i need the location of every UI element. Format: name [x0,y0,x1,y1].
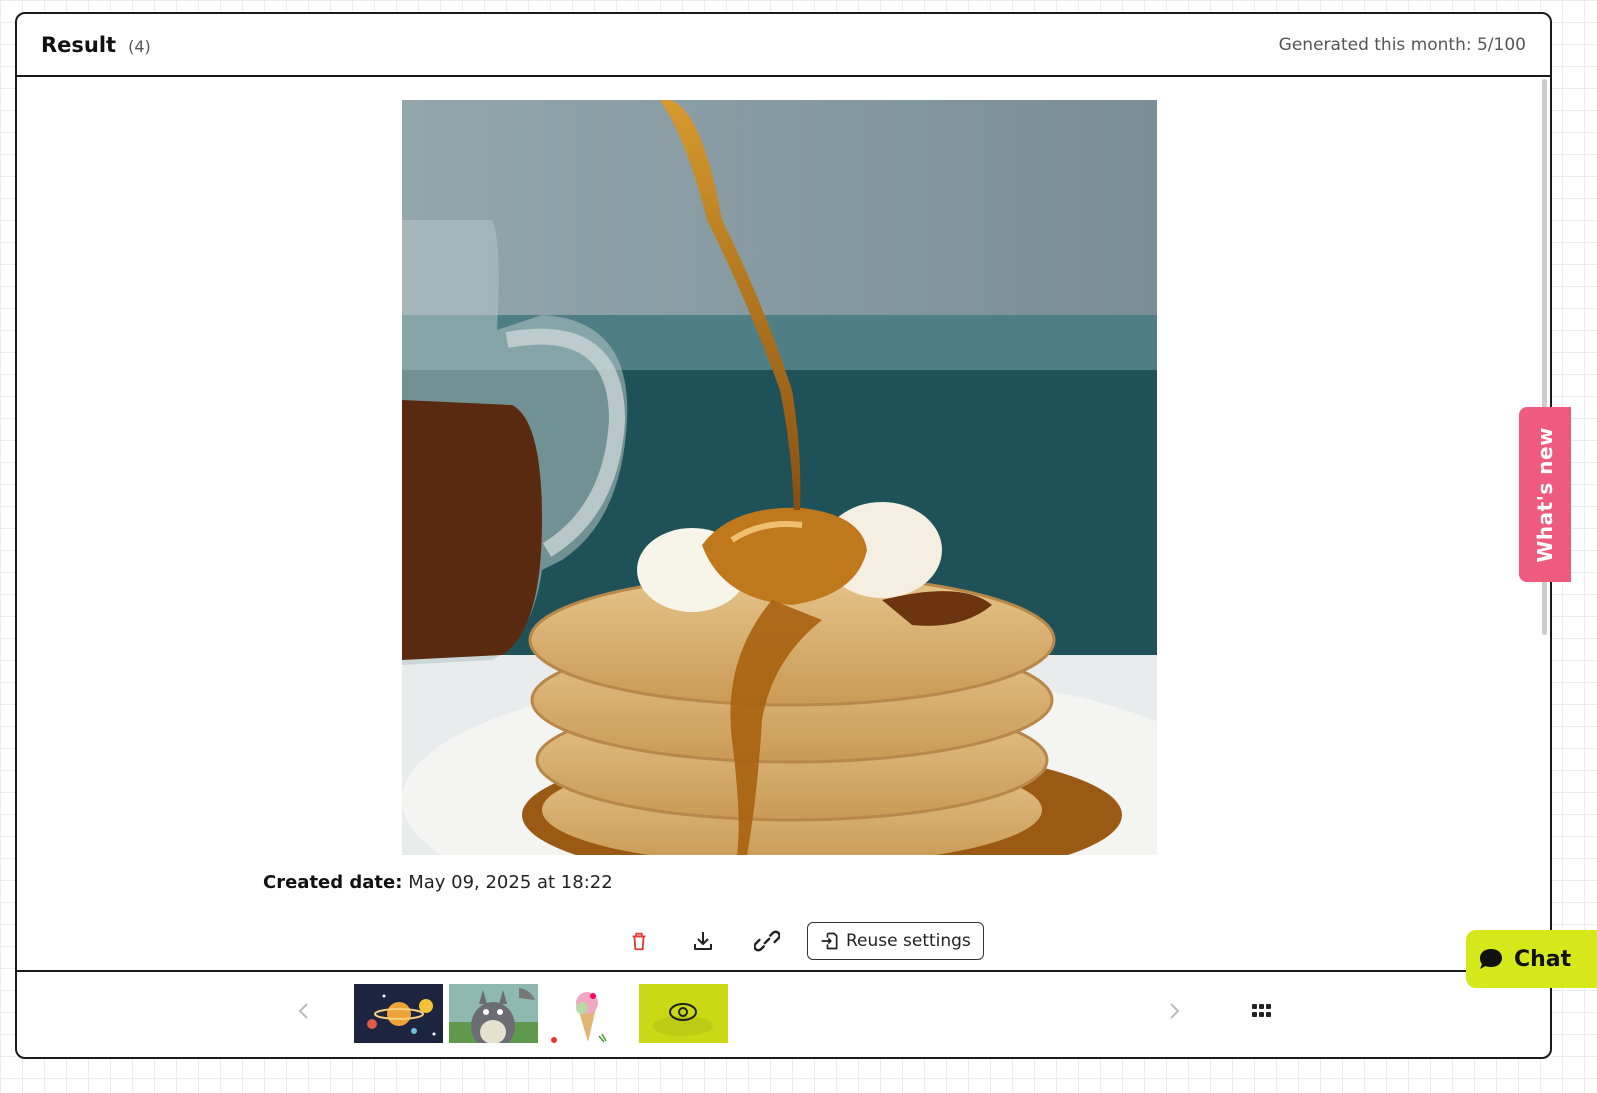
monthly-usage: Generated this month: 5/100 [1278,34,1526,55]
thumbnail-planets[interactable] [354,984,443,1043]
clipped-meta-line [263,907,443,911]
chat-button[interactable]: Chat [1466,930,1597,988]
chat-label: Chat [1514,946,1572,972]
whats-new-label: What's new [1533,426,1557,563]
thumbnail-pancakes-selected[interactable] [639,984,728,1043]
whats-new-tab[interactable]: What's new [1519,407,1571,582]
planets-thumbnail [354,984,443,1043]
copy-link-button[interactable] [735,922,799,960]
created-date-value: May 09, 2025 at 18:22 [408,872,613,893]
grid-icon [1252,1004,1271,1017]
thumbnail-list [354,984,728,1043]
delete-button[interactable] [607,922,671,960]
thumbnail-ice-cream[interactable] [544,984,633,1043]
result-content: Created date: May 09, 2025 at 18:22 Reus… [17,77,1550,972]
chevron-left-icon [298,1003,308,1019]
reuse-settings-label: Reuse settings [846,931,971,951]
prev-thumbnails-button[interactable] [289,996,319,1026]
next-thumbnails-button[interactable] [1159,996,1189,1026]
result-title-group: Result (4) [41,33,151,57]
image-actions: Reuse settings [607,922,984,960]
result-header: Result (4) Generated this month: 5/100 [17,14,1550,77]
generated-image[interactable] [402,100,1157,855]
pancakes-syrup-image [402,100,1157,855]
ice-cream-thumbnail [544,984,633,1043]
chevron-right-icon [1170,1003,1180,1019]
link-icon [754,930,780,952]
result-title: Result [41,32,117,57]
result-panel: Result (4) Generated this month: 5/100 C… [15,12,1552,1059]
download-icon [694,932,712,950]
trash-icon [632,932,646,951]
created-date: Created date: May 09, 2025 at 18:22 [263,872,613,893]
speech-bubble-icon [1480,949,1502,969]
thumbnail-strip [17,972,1550,1055]
reuse-settings-button[interactable]: Reuse settings [807,922,984,960]
thumbnail-totoro[interactable] [449,984,538,1043]
created-date-label: Created date: [263,872,403,893]
gallery-grid-button[interactable] [1247,996,1277,1026]
totoro-thumbnail [449,984,538,1043]
pancakes-thumbnail-selected [639,984,728,1043]
import-icon [821,932,838,950]
download-button[interactable] [671,922,735,960]
result-count: (4) [128,36,151,56]
